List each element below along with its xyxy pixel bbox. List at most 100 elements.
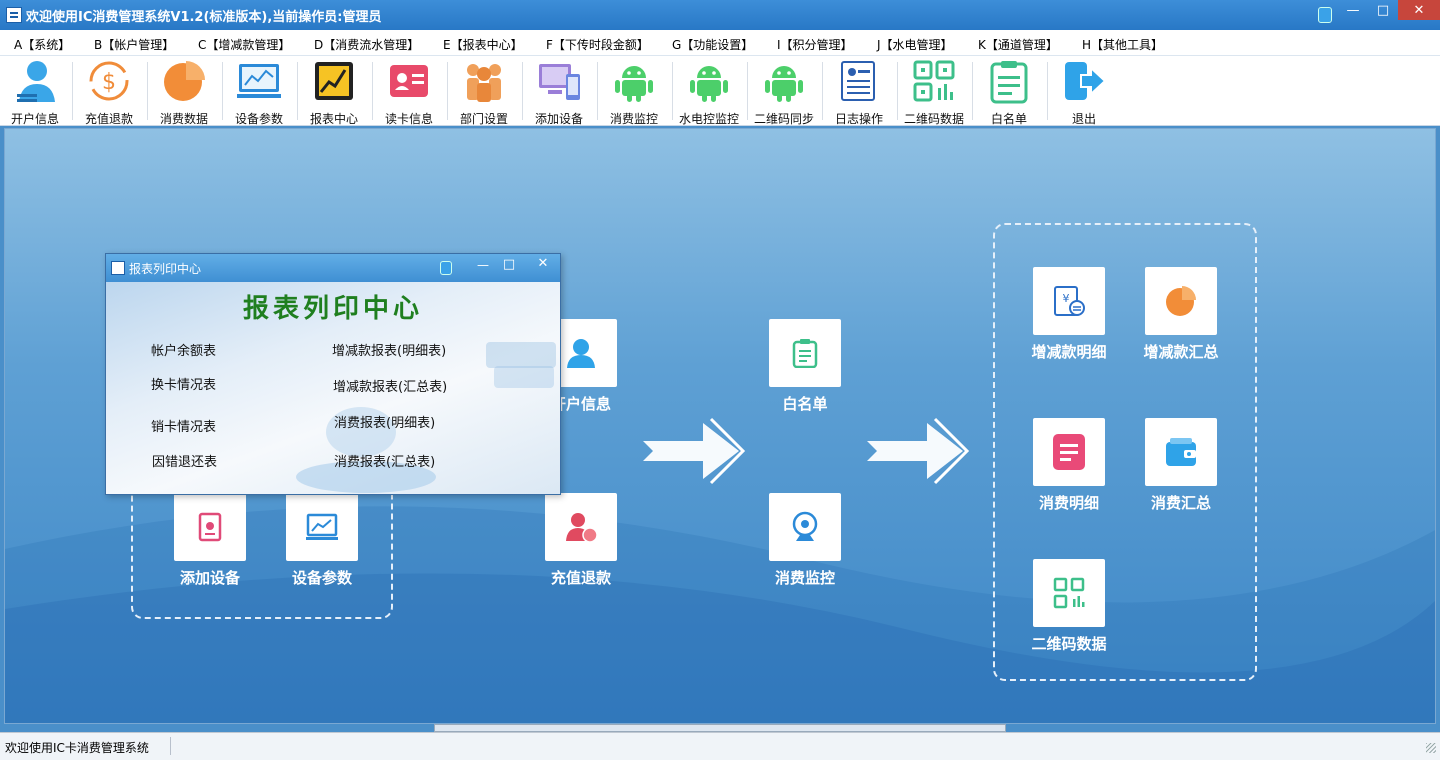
- tool-qr-sync[interactable]: 二维码同步: [747, 58, 821, 126]
- report-error-refund[interactable]: 因错退还表: [152, 451, 217, 470]
- device-params-label[interactable]: 设备参数: [262, 567, 382, 588]
- menu-bar: A【系统】 B【帐户管理】 C【增减款管理】 D【消费流水管理】 E【报表中心】…: [0, 30, 1440, 56]
- menu-channel[interactable]: K【通道管理】: [978, 36, 1058, 53]
- tool-log[interactable]: 日志操作: [822, 58, 896, 126]
- group-icon: [459, 58, 509, 104]
- device-params-card[interactable]: [286, 493, 358, 561]
- menu-account[interactable]: B【帐户管理】: [94, 36, 174, 53]
- tool-label: 添加设备: [534, 112, 583, 126]
- menu-report[interactable]: E【报表中心】: [443, 36, 523, 53]
- tool-label: 水电控监控: [678, 112, 739, 126]
- clipboard-icon: [792, 339, 818, 368]
- report-adjust-summary[interactable]: 增减款报表(汇总表): [333, 376, 447, 395]
- tool-consume-monitor[interactable]: 消费监控: [597, 58, 671, 126]
- tool-label: 设备参数: [234, 112, 283, 126]
- tool-label: 消费监控: [609, 112, 658, 126]
- inc-summary-label[interactable]: 增减款汇总: [1121, 341, 1241, 362]
- flow-arrow-icon: [643, 417, 745, 485]
- qr-code-icon: [909, 58, 959, 104]
- wallet-icon: [1166, 438, 1196, 466]
- menu-other-tools[interactable]: H【其他工具】: [1082, 36, 1163, 53]
- tool-recharge[interactable]: $ 充值退款: [72, 58, 146, 126]
- report-consume-summary[interactable]: 消费报表(汇总表): [334, 451, 435, 470]
- tool-label: 二维码同步: [753, 112, 814, 126]
- report-adjust-detail[interactable]: 增减款报表(明细表): [332, 340, 446, 359]
- recharge-label[interactable]: 充值退款: [521, 567, 641, 588]
- status-text: 欢迎使用IC卡消费管理系统: [5, 741, 149, 755]
- android-icon: [684, 58, 734, 104]
- monitor-chart-icon: [306, 513, 338, 540]
- menu-water-electric[interactable]: J【水电管理】: [877, 36, 953, 53]
- add-device-card[interactable]: [174, 493, 246, 561]
- dialog-body: 报表列印中心 帐户余额表 换卡情况表 销卡情况表 因错退还表 增减款报表(明细表…: [106, 282, 560, 494]
- report-print-dialog: 报表列印中心 — □ ✕ 报表列印中心 帐户余额表 换卡情况表 销卡情况表 因错…: [105, 253, 561, 495]
- menu-adjust[interactable]: C【增减款管理】: [198, 36, 290, 53]
- dialog-app-icon: [111, 261, 125, 275]
- inc-detail-label[interactable]: 增减款明细: [1009, 341, 1129, 362]
- menu-points[interactable]: I【积分管理】: [777, 36, 853, 53]
- user-icon: [10, 58, 60, 104]
- tool-open-account[interactable]: 开户信息: [0, 58, 72, 126]
- tool-read-card[interactable]: 读卡信息: [372, 58, 446, 126]
- tool-report-center[interactable]: 报表中心: [297, 58, 371, 126]
- devices-icon: [534, 58, 584, 104]
- menu-function[interactable]: G【功能设置】: [672, 36, 753, 53]
- dialog-close-button[interactable]: ✕: [530, 256, 556, 276]
- close-button[interactable]: ✕: [1398, 0, 1440, 20]
- qr-data-label[interactable]: 二维码数据: [1009, 633, 1129, 654]
- report-card-cancel[interactable]: 销卡情况表: [151, 416, 216, 435]
- tool-device-params[interactable]: 设备参数: [222, 58, 296, 126]
- qr-data-card[interactable]: [1033, 559, 1105, 627]
- resize-grip-icon[interactable]: [1426, 743, 1436, 753]
- tool-add-device[interactable]: 添加设备: [522, 58, 596, 126]
- report-chart-icon: [309, 58, 359, 104]
- inc-summary-card[interactable]: [1145, 267, 1217, 335]
- tool-label: 二维码数据: [903, 112, 964, 126]
- tool-exit[interactable]: 退出: [1047, 58, 1121, 126]
- webcam-icon: [792, 511, 818, 541]
- tool-whitelist[interactable]: 白名单: [972, 58, 1046, 126]
- tool-label: 消费数据: [159, 112, 208, 126]
- recharge-card[interactable]: [545, 493, 617, 561]
- report-consume-detail[interactable]: 消费报表(明细表): [334, 412, 435, 431]
- menu-system[interactable]: A【系统】: [14, 36, 70, 53]
- tool-qr-data[interactable]: 二维码数据: [897, 58, 971, 126]
- whitelist-label[interactable]: 白名单: [745, 393, 865, 414]
- menu-download[interactable]: F【下传时段金额】: [546, 36, 649, 53]
- tool-water-electric-monitor[interactable]: 水电控监控: [672, 58, 746, 126]
- report-card-change[interactable]: 换卡情况表: [151, 374, 216, 393]
- dialog-minimize-button[interactable]: —: [472, 258, 494, 276]
- consume-detail-label[interactable]: 消费明细: [1009, 492, 1129, 513]
- tool-label: 日志操作: [834, 112, 883, 126]
- consume-detail-card[interactable]: [1033, 418, 1105, 486]
- tool-label: 白名单: [990, 112, 1027, 126]
- user-icon: [567, 339, 595, 368]
- report-account-balance[interactable]: 帐户余额表: [151, 340, 216, 359]
- consume-summary-card[interactable]: [1145, 418, 1217, 486]
- tool-department[interactable]: 部门设置: [447, 58, 521, 126]
- title-bar: 欢迎使用IC消费管理系统V1.2(标准版本),当前操作员:管理员 — □ ✕: [0, 0, 1440, 30]
- dialog-heading: 报表列印中心: [242, 294, 423, 324]
- tool-label: 退出: [1071, 112, 1096, 126]
- currency-exchange-icon: ¥: [1054, 286, 1085, 316]
- splitter-handle[interactable]: [434, 724, 1006, 732]
- consume-monitor-card[interactable]: [769, 493, 841, 561]
- consume-summary-label[interactable]: 消费汇总: [1121, 492, 1241, 513]
- consume-monitor-label[interactable]: 消费监控: [745, 567, 865, 588]
- minimize-button[interactable]: —: [1338, 0, 1368, 20]
- whitelist-card[interactable]: [769, 319, 841, 387]
- dialog-maximize-button[interactable]: □: [498, 257, 520, 275]
- device-tag-icon: [198, 512, 222, 542]
- pie-chart-icon: [1166, 286, 1196, 316]
- dialog-title-bar: 报表列印中心 — □ ✕: [106, 254, 560, 282]
- flow-arrow-icon: [867, 417, 969, 485]
- tool-label: 报表中心: [309, 112, 358, 126]
- maximize-button[interactable]: □: [1368, 0, 1398, 20]
- dialog-help-icon[interactable]: [440, 261, 452, 275]
- menu-flow[interactable]: D【消费流水管理】: [314, 36, 419, 53]
- inc-detail-card[interactable]: ¥: [1033, 267, 1105, 335]
- tool-consume-data[interactable]: 消费数据: [147, 58, 221, 126]
- add-device-label[interactable]: 添加设备: [150, 567, 270, 588]
- dollar-cycle-icon: $: [84, 58, 134, 104]
- help-icon[interactable]: [1318, 7, 1332, 23]
